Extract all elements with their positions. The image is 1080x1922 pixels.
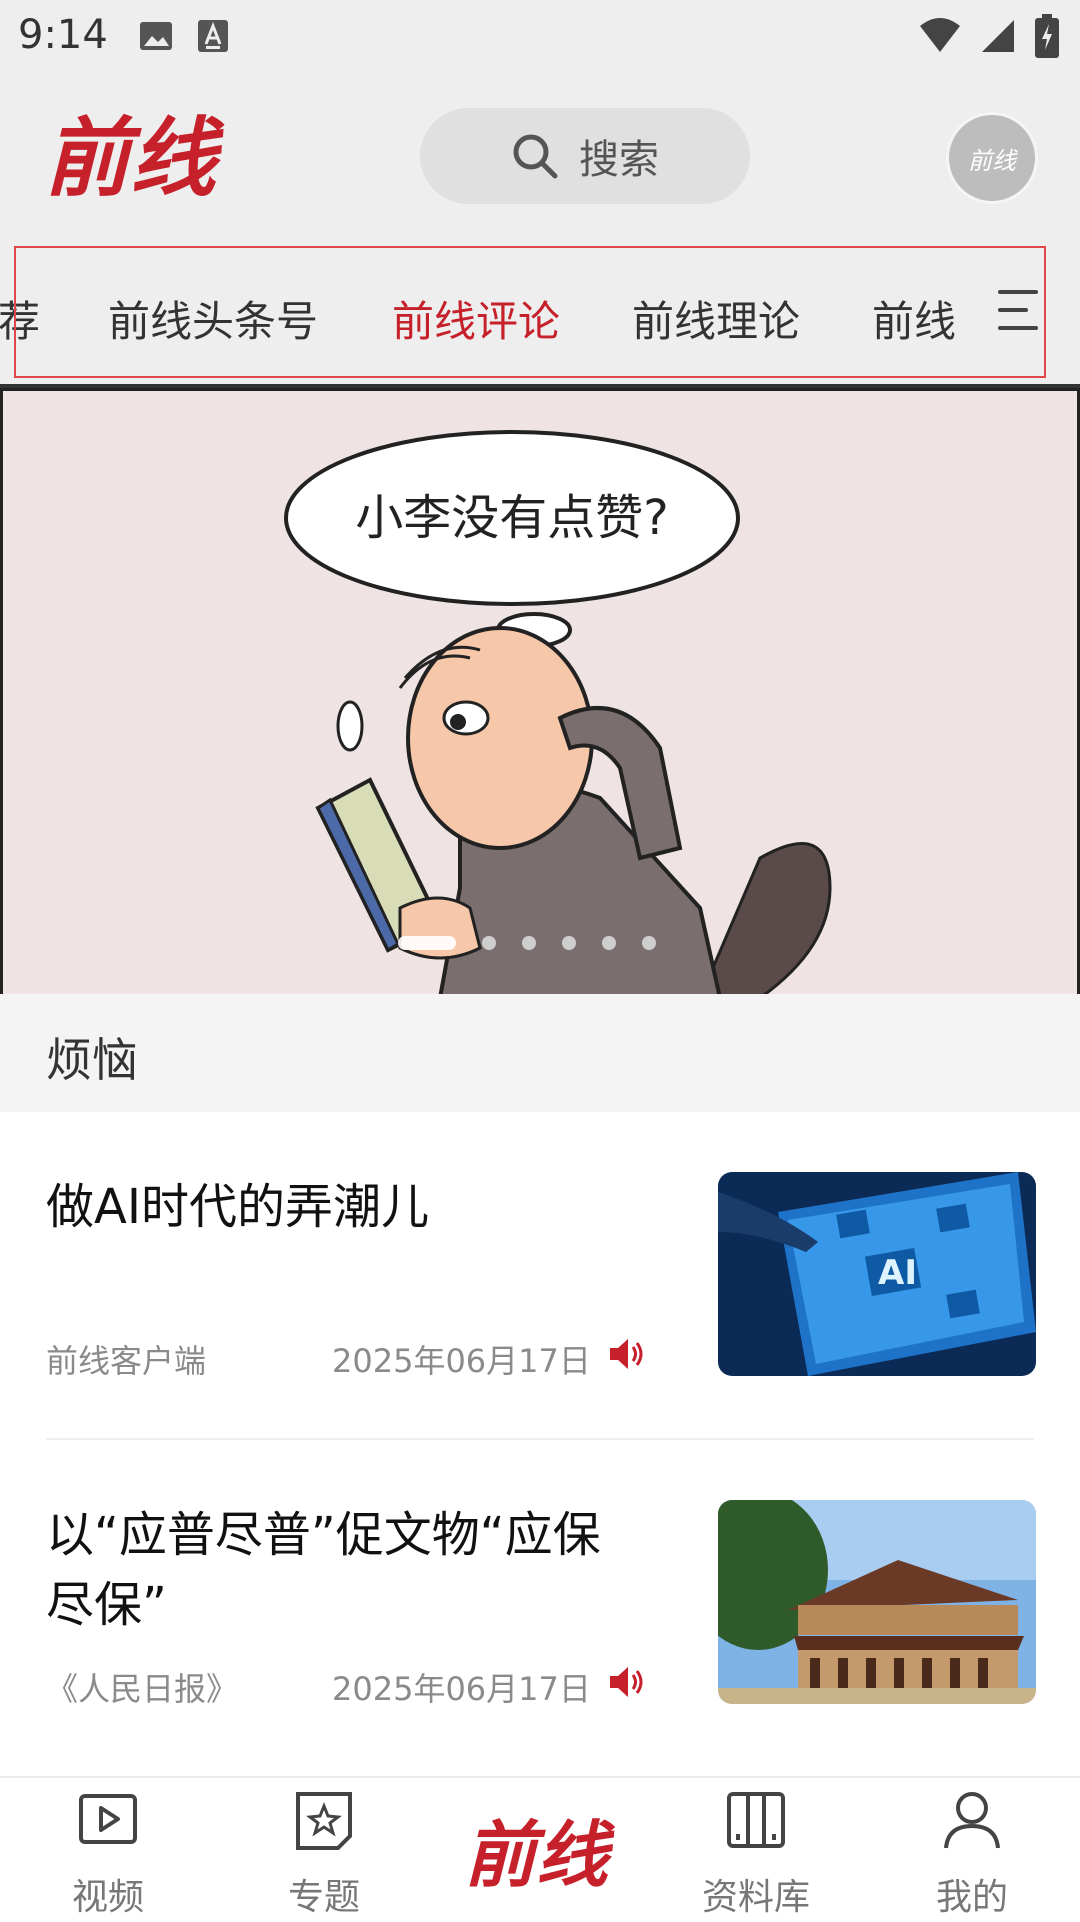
article-source: 前线客户端 [46, 1342, 207, 1380]
svg-text:AI: AI [878, 1253, 917, 1293]
nav-label: 专题 [287, 1877, 360, 1918]
status-time: 9:14 [18, 12, 108, 58]
user-icon [944, 1792, 1000, 1849]
search-icon [513, 134, 558, 179]
carousel-dot [482, 936, 496, 950]
tab-more-channel[interactable]: 前线 [872, 288, 956, 349]
carousel-indicator [398, 936, 656, 950]
status-bar: 9:14 [0, 0, 1080, 72]
bottom-navigation: 视频 专题 前线 资料库 我的 [0, 1776, 1080, 1922]
heritage-building-image [718, 1500, 1036, 1704]
nav-topics[interactable]: 专题 [224, 1778, 424, 1922]
article-title: 以“应普尽普”促文物“应保尽保” [46, 1507, 601, 1633]
qianxian-logo[interactable]: 前线 [40, 92, 230, 212]
nav-profile[interactable]: 我的 [872, 1778, 1072, 1922]
ai-tablet-image: AI [718, 1172, 1036, 1376]
battery-charging-icon [1035, 14, 1059, 58]
article-date: 2025年06月17日 [332, 1342, 591, 1380]
image-icon [140, 22, 172, 50]
article-thumbnail [718, 1500, 1036, 1704]
nav-video[interactable]: 视频 [8, 1778, 208, 1922]
tab-theory[interactable]: 前线理论 [632, 288, 800, 349]
nav-label: 资料库 [701, 1877, 810, 1918]
font-icon [198, 20, 228, 52]
menu-icon[interactable] [998, 288, 1042, 332]
svg-text:前线: 前线 [464, 1812, 616, 1897]
carousel-dot [562, 936, 576, 950]
nav-label: 视频 [71, 1877, 144, 1918]
tab-commentary[interactable]: 前线评论 [392, 288, 560, 349]
star-doc-icon [296, 1792, 352, 1850]
carousel-dot [642, 936, 656, 950]
app-header: 前线 搜索 前线 [0, 72, 1080, 242]
cartoon-image: 小李没有点赞? [0, 388, 1080, 998]
article-item[interactable]: 做AI时代的弄潮儿 前线客户端 2025年06月17日 AI [46, 1172, 1036, 1462]
article-source: 《人民日报》 [46, 1670, 239, 1708]
avatar[interactable]: 前线 [946, 112, 1038, 204]
svg-text:前线: 前线 [44, 108, 225, 209]
banner-carousel[interactable]: 小李没有点赞? [0, 384, 1080, 998]
carousel-dot [522, 936, 536, 950]
nav-home-logo[interactable]: 前线 [462, 1792, 622, 1902]
speaker-icon[interactable] [606, 1334, 646, 1374]
article-date: 2025年06月17日 [332, 1670, 591, 1708]
tab-headline[interactable]: 前线头条号 [108, 288, 318, 349]
banner-caption: 烦恼 [46, 1033, 138, 1087]
article-item[interactable]: 以“应普尽普”促文物“应保尽保” 《人民日报》 2025年06月17日 [46, 1500, 1036, 1790]
play-icon [79, 1794, 137, 1844]
nav-label: 我的 [935, 1877, 1008, 1918]
banner-caption-bar[interactable]: 烦恼 [0, 994, 1080, 1112]
channel-tabs: 荐 前线头条号 前线评论 前线理论 前线 [0, 242, 1080, 384]
article-title: 做AI时代的弄潮儿 [46, 1179, 429, 1235]
svg-text:小李没有点赞?: 小李没有点赞? [355, 490, 668, 546]
library-icon [727, 1792, 785, 1848]
search-placeholder: 搜索 [579, 137, 659, 183]
carousel-dot-active [398, 936, 456, 950]
divider [46, 1438, 1034, 1440]
article-thumbnail: AI [718, 1172, 1036, 1376]
search-bar[interactable]: 搜索 [420, 108, 750, 204]
signal-icon [982, 20, 1014, 52]
wifi-icon [920, 18, 960, 52]
nav-library[interactable]: 资料库 [656, 1778, 856, 1922]
carousel-dot [602, 936, 616, 950]
tab-recommend[interactable]: 荐 [0, 288, 40, 349]
avatar-text: 前线 [968, 146, 1016, 175]
speaker-icon[interactable] [606, 1662, 646, 1702]
qianxian-logo: 前线 [464, 1812, 616, 1897]
